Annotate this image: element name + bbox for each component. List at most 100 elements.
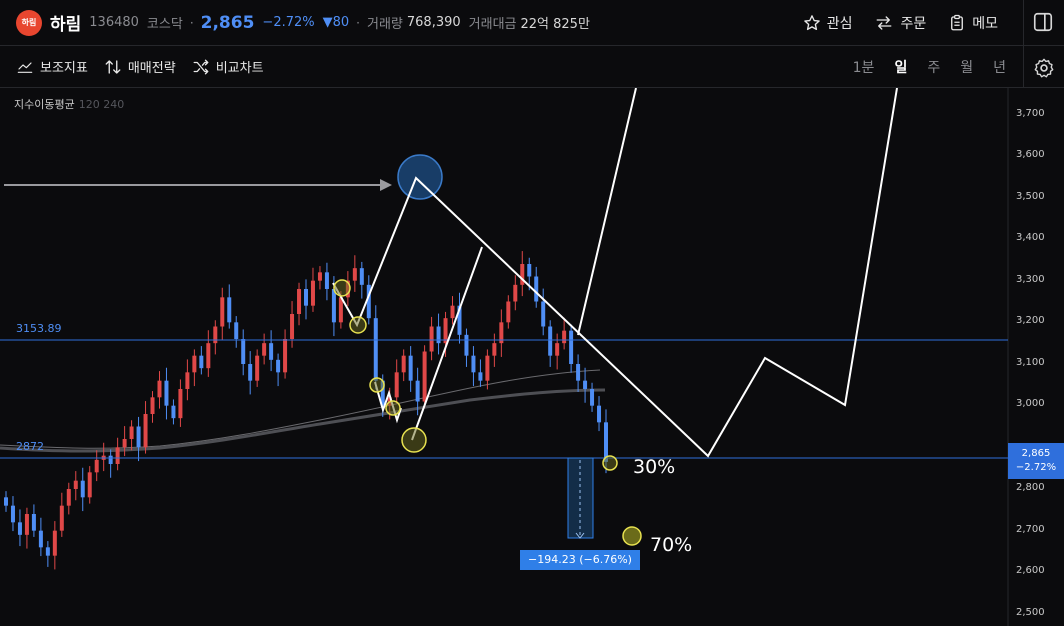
chart-settings-button[interactable] bbox=[1033, 57, 1055, 83]
candle-body bbox=[192, 355, 197, 373]
trend-line-2 bbox=[577, 88, 637, 336]
amount-label: 거래대금 bbox=[468, 17, 517, 32]
ma-120-line bbox=[0, 369, 601, 449]
y-tick: 3,600 bbox=[1016, 149, 1045, 160]
y-tick: 2,600 bbox=[1016, 565, 1045, 576]
gray-arrow-head bbox=[380, 179, 392, 191]
stock-header: 하림 하림 136480 코스닥 · 2,865 −2.72% ▼80 · 거래… bbox=[0, 0, 1064, 46]
candle-body bbox=[492, 343, 497, 356]
stock-code: 136480 bbox=[89, 15, 139, 30]
candlesticks bbox=[4, 251, 608, 570]
candle-body bbox=[220, 297, 225, 327]
volume-label: 거래량 bbox=[367, 17, 403, 32]
candle-body bbox=[541, 301, 546, 327]
candle-body bbox=[478, 372, 483, 381]
ma-legend: 지수이동평균 120 240 bbox=[14, 98, 125, 111]
candle-body bbox=[297, 289, 302, 314]
candle-body bbox=[241, 339, 246, 364]
change-amount: ▼80 bbox=[322, 15, 350, 30]
panel-icon bbox=[1033, 12, 1053, 32]
price-chart[interactable] bbox=[0, 88, 1064, 626]
candle-body bbox=[206, 343, 211, 369]
candle-body bbox=[471, 355, 476, 373]
side-panel-toggle[interactable] bbox=[1032, 11, 1054, 37]
candle-body bbox=[213, 326, 218, 344]
market-name: 코스닥 bbox=[146, 17, 183, 32]
candle-body bbox=[10, 505, 15, 523]
candle-body bbox=[262, 343, 267, 356]
candle-body bbox=[576, 364, 581, 381]
candle-body bbox=[436, 326, 441, 344]
y-tick: 3,200 bbox=[1016, 315, 1045, 326]
candle-body bbox=[415, 380, 420, 402]
candle-body bbox=[143, 414, 148, 448]
candle-body bbox=[464, 334, 469, 356]
trend-line-1 bbox=[411, 246, 483, 441]
compare-button[interactable]: 비교차트 bbox=[192, 57, 264, 76]
candle-body bbox=[38, 530, 43, 548]
watch-label: 관심 bbox=[826, 16, 853, 32]
indicators-label: 보조지표 bbox=[40, 61, 88, 76]
period-year[interactable]: 년 bbox=[993, 57, 1006, 77]
candle-body bbox=[527, 264, 532, 277]
candle-body bbox=[185, 372, 190, 389]
peak-circle bbox=[397, 154, 443, 200]
swap-arrows-icon bbox=[877, 16, 892, 30]
candle-body bbox=[310, 280, 315, 306]
level-label-upper: 3153.89 bbox=[16, 322, 62, 335]
measure-label: −194.23 (−6.76%) bbox=[520, 550, 640, 570]
strategy-button[interactable]: 매매전략 bbox=[104, 57, 176, 76]
candle-body bbox=[317, 272, 322, 281]
candle-body bbox=[443, 318, 448, 344]
stock-name: 하림 bbox=[50, 15, 82, 35]
candle-body bbox=[122, 439, 127, 448]
candle-body bbox=[108, 455, 113, 464]
candle-body bbox=[255, 355, 260, 381]
candle-body bbox=[94, 459, 99, 473]
indicators-button[interactable]: 보조지표 bbox=[16, 57, 88, 76]
star-icon bbox=[803, 15, 820, 31]
candle-body bbox=[199, 355, 204, 369]
candle-body bbox=[422, 351, 427, 402]
change-percent: −2.72% bbox=[262, 15, 315, 30]
y-tick: 3,500 bbox=[1016, 191, 1045, 202]
last-price-change: −2.72% bbox=[1015, 462, 1057, 473]
period-1min[interactable]: 1분 bbox=[853, 57, 875, 77]
period-week[interactable]: 주 bbox=[927, 57, 940, 77]
candle-body bbox=[269, 343, 274, 360]
candle-body bbox=[66, 489, 71, 506]
candle-body bbox=[513, 284, 518, 302]
candle-body bbox=[290, 314, 295, 339]
amount-value: 22억 825만 bbox=[520, 17, 590, 32]
period-month[interactable]: 월 bbox=[960, 57, 973, 77]
candle-body bbox=[569, 330, 574, 364]
order-button[interactable]: 주문 bbox=[874, 13, 926, 33]
memo-button[interactable]: 메모 bbox=[948, 13, 998, 33]
last-price-value: 2,865 bbox=[1021, 448, 1051, 459]
candle-body bbox=[590, 389, 595, 406]
y-tick: 3,400 bbox=[1016, 232, 1045, 243]
current-price: 2,865 bbox=[200, 12, 255, 33]
compare-label: 비교차트 bbox=[215, 61, 264, 76]
watch-button[interactable]: 관심 bbox=[803, 13, 853, 33]
order-label: 주문 bbox=[900, 16, 927, 32]
candle-body bbox=[506, 301, 511, 323]
candle-body bbox=[450, 305, 455, 319]
candle-body bbox=[136, 426, 141, 448]
candle-body bbox=[324, 272, 329, 289]
candle-body bbox=[401, 355, 406, 373]
y-tick: 3,700 bbox=[1016, 108, 1045, 119]
candle-body bbox=[583, 380, 588, 389]
gear-icon bbox=[1034, 58, 1054, 78]
candle-body bbox=[17, 522, 22, 535]
candle-body bbox=[24, 514, 29, 535]
volume-value: 768,390 bbox=[406, 15, 461, 30]
note-30-percent: 30% bbox=[633, 456, 676, 478]
candle-body bbox=[45, 547, 50, 556]
candle-body bbox=[31, 514, 36, 531]
candle-body bbox=[485, 355, 490, 381]
note-70-percent: 70% bbox=[650, 534, 693, 556]
candle-body bbox=[80, 480, 85, 498]
chart-toolbar: 보조지표 매매전략 비교차트 1분 일 주 월 년 bbox=[0, 46, 1064, 88]
period-day[interactable]: 일 bbox=[894, 57, 907, 77]
